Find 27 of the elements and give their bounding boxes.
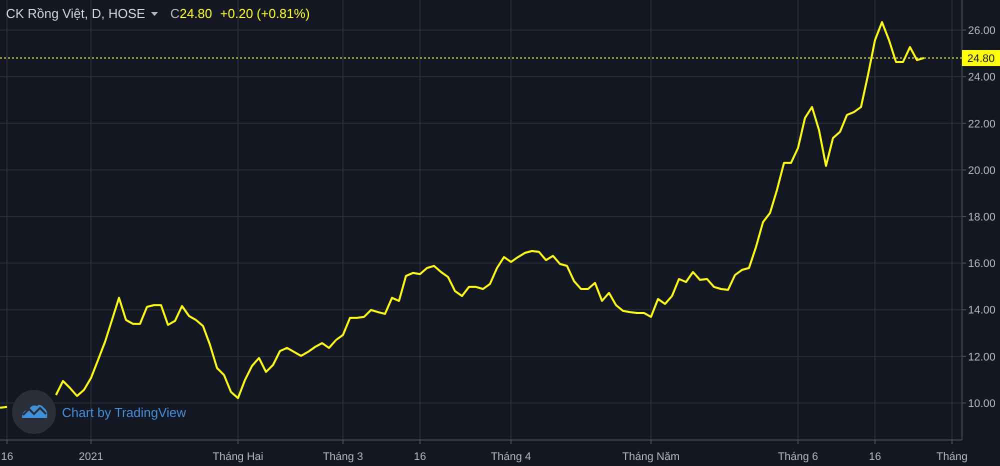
x-axis-label: 16 [1,451,14,463]
x-axis-label: Tháng Hai [212,451,264,463]
y-axis-label: 26.00 [968,25,996,38]
x-axis-label: Tháng [936,451,968,463]
x-axis-label: Tháng 4 [490,451,532,463]
x-axis-label: 16 [868,451,882,463]
x-axis-label: 16 [414,451,426,463]
y-axis-label: 16.00 [968,258,996,270]
price-tag: 24.80 [962,50,1000,66]
y-axis-label: 18.00 [968,212,996,224]
y-axis-label: 12.00 [968,351,996,364]
x-axis-label: Tháng 6 [778,451,818,463]
y-axis-label: 22.00 [968,118,996,130]
price-change: +0.20 (+0.81%) [220,6,310,21]
cloud-logo-icon[interactable] [12,390,56,434]
close-label: C [170,6,180,21]
attribution-link[interactable]: Chart by TradingView [62,404,186,420]
y-axis-label: 24.00 [968,72,996,84]
caret-icon[interactable] [151,12,158,16]
x-axis-label: Tháng 3 [322,451,364,463]
x-axis-label: 2021 [78,451,104,463]
y-axis-label: 20.00 [968,164,996,177]
y-axis-label: 10.00 [968,398,996,410]
x-axis-label: Tháng Năm [622,451,680,463]
symbol-title[interactable]: CK Rồng Việt, D, HOSE [6,6,146,21]
close-value: 24.80 [180,6,212,21]
y-axis-label: 14.00 [968,304,996,317]
